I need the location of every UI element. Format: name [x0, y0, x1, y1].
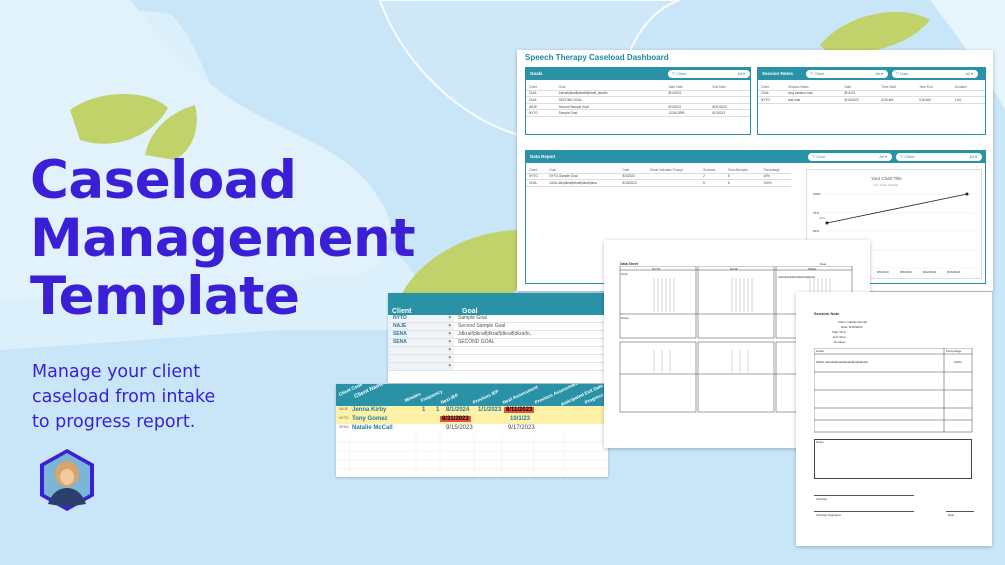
dropdown-arrow-icon: ▾: [448, 331, 451, 337]
chart-point: [825, 221, 829, 225]
notes-client-filter[interactable]: ▽ Client All ▾: [806, 70, 888, 78]
col-header-client: Client: [392, 308, 412, 315]
dropdown-arrow-icon: ▾: [448, 363, 451, 369]
grid-lines: [336, 433, 608, 477]
hero-title-line1: Caseload: [30, 150, 297, 211]
sena-goal: Jdkraif|dkraif|dkraif|dkraif|dkraifo: [778, 276, 816, 279]
hero-title-line2: Management: [30, 208, 416, 269]
list-item[interactable]: ▾: [388, 355, 614, 363]
goals-client-filter[interactable]: ▽ Client All ▾: [668, 70, 750, 78]
chart-point: [965, 192, 969, 196]
col-nyto: NYTO: [652, 267, 661, 271]
list-item[interactable]: ▾: [388, 363, 614, 371]
dropdown-arrow-icon: ▾: [448, 323, 451, 329]
notes-header: Notes: [816, 440, 824, 444]
table-row: CIAA Jdkraif|dkraifl|dkraifl|dkraifl_dkra…: [526, 90, 750, 98]
list-item[interactable]: ▾: [388, 347, 614, 355]
x-tick: 8/6/2023: [877, 270, 889, 274]
hero-subtitle: Manage your client caseload from intake …: [32, 360, 272, 435]
goals-sheet: Client Goal NYTO ▾ Sample Goal NAJE ▾ Second…: [388, 293, 614, 383]
dropdown-arrow-icon: ▾: [448, 315, 451, 321]
x-tick: 8/15/2023: [947, 270, 961, 274]
hero-subtitle-line2: caseload from intake: [32, 387, 216, 407]
goal-row: SENA-Jdkraif|dkraif|dkraif|dkraif|dkraif…: [816, 360, 869, 364]
data-goal-filter[interactable]: ▽ Goal All ▾: [808, 153, 892, 161]
percentage-header: Percentage: [946, 349, 962, 353]
list-item[interactable]: NYTO ▾ Sample Goal: [388, 315, 614, 323]
chart-series-line: [826, 193, 968, 224]
data-table: Client Goal Date Mode Indicates Prompt Succe…: [526, 167, 791, 187]
data-client-filter[interactable]: ▽ Client All ▾: [896, 153, 982, 161]
dropdown-arrow-icon: ▾: [448, 355, 451, 361]
goals-panel: Goals ▽ Client All ▾ Client Goal Start D…: [525, 67, 751, 135]
table-row: CINA long session note 8/10/23: [758, 90, 985, 98]
session-note-sheet: Session Note Client: Natalie McCall Date…: [796, 292, 992, 546]
notes-date-filter[interactable]: ▽ Date All ▾: [892, 70, 978, 78]
tracking-sheet: Client Code Client Name Minutes Frequenc…: [336, 384, 608, 477]
dashboard-title: Speech Therapy Caseload Dashboard: [525, 53, 669, 62]
table-row: NAJE Second Sample Goal 8/1/2023 8/31/2023: [526, 103, 750, 111]
table-row[interactable]: NYTO Tony Gomez 8/31/2023 10/1/23: [336, 415, 608, 424]
list-item[interactable]: SENA ▾ Jdkraif|dkraif|dkraif|dkraif|dkraif…: [388, 331, 614, 339]
clinician-label: Clinician: [816, 497, 828, 501]
notes-panel-title: Session Notes: [762, 71, 794, 76]
goals-table: Client Goal Start Date End Date CIAA Jdkr…: [526, 84, 750, 117]
col-naje: NAJE: [730, 267, 738, 271]
tracking-header: Client Code Client Name Minutes Frequenc…: [336, 384, 608, 407]
notes-table: Client Session Notes Date Time Start Time En…: [758, 84, 985, 104]
data-report-title: Data Report: [530, 154, 556, 159]
table-row: NYTO NYTO-Sample Goal 8/3/2023 2 5 40%: [526, 173, 791, 181]
session-notes-panel: Session Notes ▽ Client All ▾ ▽ Date All …: [757, 67, 986, 135]
goal-pct: 100%: [954, 360, 962, 364]
list-item[interactable]: SENA ▾ SECOND GOAL: [388, 339, 614, 347]
col-sena: SENA: [808, 267, 817, 271]
x-tick: 8/12/2023: [923, 270, 937, 274]
notes-box: [814, 439, 972, 479]
signature-label: Clinician Signature: [816, 513, 842, 517]
hero-title-line3: Template: [30, 266, 300, 327]
goal-label: Goal: [621, 272, 628, 276]
table-row: CIAA SECOND GOAL: [526, 96, 750, 104]
table-row: CINA CINA-Jdkr|dkraif|dkraif|dkraif|dkra 8…: [526, 179, 791, 187]
hero-subtitle-line3: to progress report.: [32, 412, 196, 432]
list-item[interactable]: NAJE ▾ Second Sample Goal: [388, 323, 614, 331]
goals-header: Goals: [816, 349, 824, 353]
hero-subtitle-line1: Manage your client: [32, 362, 201, 382]
table-row: NYTO Sample Goal 12/31/1899 8/1/2023: [526, 109, 750, 117]
hero-title: Caseload Management Template: [30, 150, 416, 327]
col-header-goal: Goal: [462, 308, 478, 315]
table-row[interactable]: NAJE Jenna Kirby 1 1 8/1/2024 1/1/2023 8…: [336, 406, 608, 415]
dropdown-arrow-icon: ▾: [448, 339, 451, 345]
avatar: [40, 449, 94, 511]
notes-label: Notes: [621, 316, 629, 320]
table-row[interactable]: SENA Natalie McCall 9/15/2023 9/17/2023: [336, 424, 608, 433]
table-row: NYTO test note 8/15/2023 8:30 AM 9:30 AM 1:00: [758, 96, 985, 104]
goals-panel-title: Goals: [530, 71, 543, 76]
x-tick: 8/9/2023: [900, 270, 912, 274]
dropdown-arrow-icon: ▾: [448, 347, 451, 353]
session-note-title: Session Note: [814, 311, 840, 316]
date-label: Date: [948, 513, 955, 517]
